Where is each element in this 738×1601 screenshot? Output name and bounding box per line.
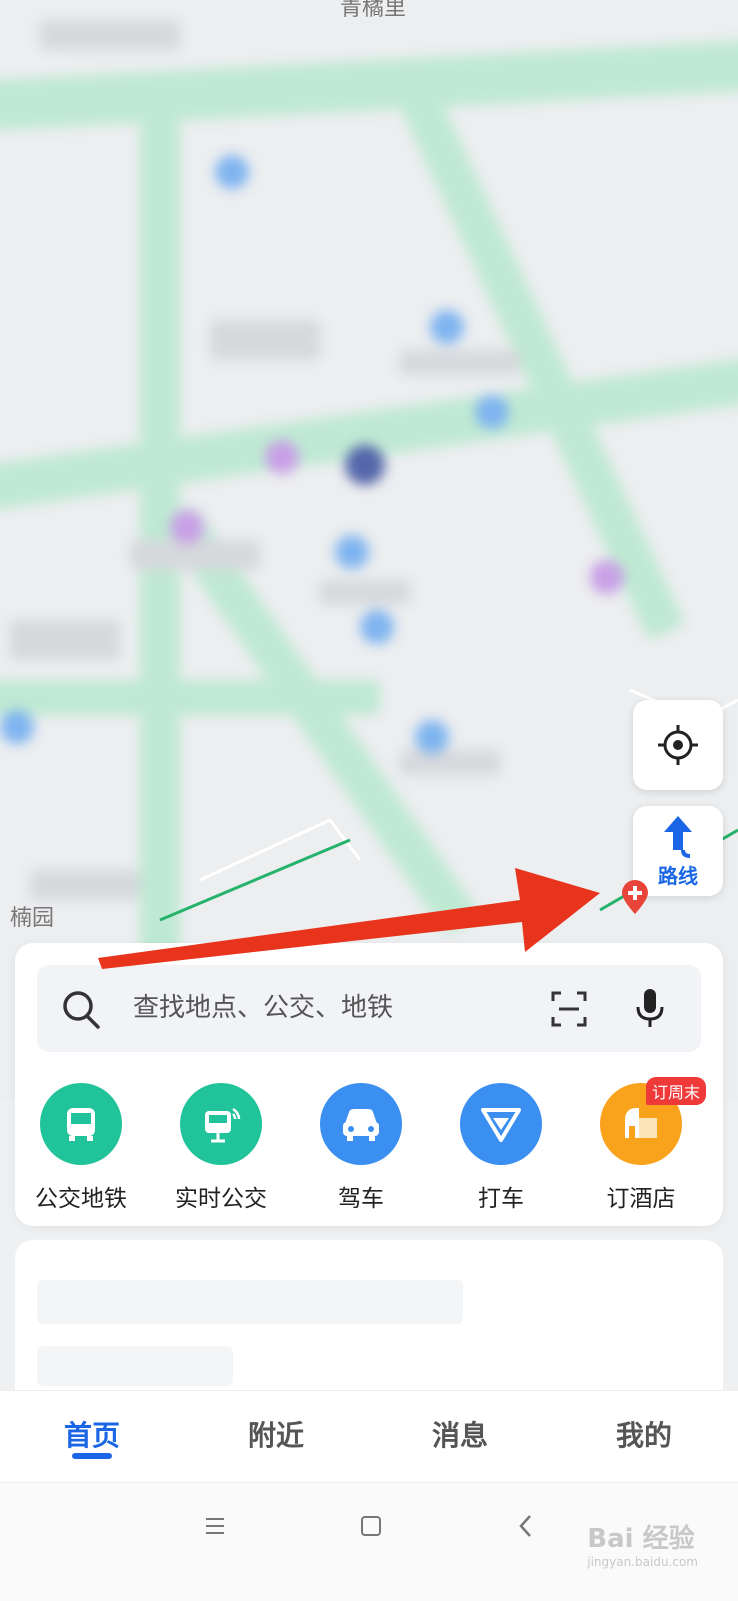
bottom-tab-bar: 首页 附近 消息 我的 <box>0 1390 738 1483</box>
menu-icon[interactable] <box>204 1515 226 1537</box>
category-realtime-bus[interactable]: 实时公交 <box>156 1083 286 1213</box>
category-label: 实时公交 <box>175 1186 267 1212</box>
search-icon <box>63 991 100 1029</box>
search-bar[interactable]: 查找地点、公交、地铁 <box>37 965 701 1052</box>
map-roads-sharp <box>159 688 738 922</box>
system-navigation-bar: Bai 经验 jingyan.baidu.com <box>0 1482 738 1601</box>
tab-messages[interactable]: 消息 <box>368 1391 552 1483</box>
active-tab-indicator <box>72 1453 112 1459</box>
tab-label: 消息 <box>431 1419 488 1452</box>
tab-label: 附近 <box>247 1419 304 1452</box>
route-arrow-icon <box>664 815 692 858</box>
microphone-icon[interactable] <box>635 987 665 1029</box>
skeleton-line <box>37 1280 463 1324</box>
taxi-icon <box>481 1108 521 1142</box>
realtime-bus-icon <box>205 1107 241 1143</box>
car-icon <box>343 1109 379 1141</box>
search-placeholder: 查找地点、公交、地铁 <box>133 993 394 1023</box>
map-pin-icon[interactable] <box>620 880 650 916</box>
scan-icon[interactable] <box>551 991 587 1027</box>
map-view[interactable]: 青橘里 楠园 <box>0 0 738 1100</box>
bus-icon <box>67 1108 95 1141</box>
category-hotel[interactable]: 订周末 订酒店 <box>576 1077 707 1213</box>
weekend-badge: 订周末 <box>646 1077 707 1105</box>
category-drive[interactable]: 驾车 <box>296 1083 426 1213</box>
category-label: 订酒店 <box>606 1186 676 1212</box>
category-label: 驾车 <box>338 1186 384 1212</box>
baidu-jingyan-watermark: Bai 经验 jingyan.baidu.com <box>587 1518 698 1569</box>
tab-nearby[interactable]: 附近 <box>184 1391 368 1483</box>
home-icon[interactable] <box>360 1515 382 1537</box>
back-icon[interactable] <box>516 1513 536 1539</box>
skeleton-line <box>37 1346 233 1386</box>
category-bus-subway[interactable]: 公交地铁 <box>16 1083 146 1213</box>
tab-label: 我的 <box>615 1419 672 1452</box>
locate-button[interactable] <box>633 700 723 790</box>
locate-icon <box>658 725 698 765</box>
tab-label: 首页 <box>63 1419 120 1452</box>
route-button-label: 路线 <box>658 863 698 888</box>
category-taxi[interactable]: 打车 <box>436 1083 566 1213</box>
tab-mine[interactable]: 我的 <box>552 1391 736 1483</box>
watermark-brand: Bai 经验 <box>587 1524 695 1554</box>
search-panel: 查找地点、公交、地铁 公交地铁 实时公交 驾车 打车 订周末 订酒店 <box>15 943 723 1226</box>
category-label: 公交地铁 <box>35 1186 127 1212</box>
category-label: 打车 <box>478 1186 524 1212</box>
hotel-icon <box>625 1108 657 1138</box>
watermark-site: jingyan.baidu.com <box>587 1555 698 1569</box>
tab-home[interactable]: 首页 <box>0 1391 184 1483</box>
